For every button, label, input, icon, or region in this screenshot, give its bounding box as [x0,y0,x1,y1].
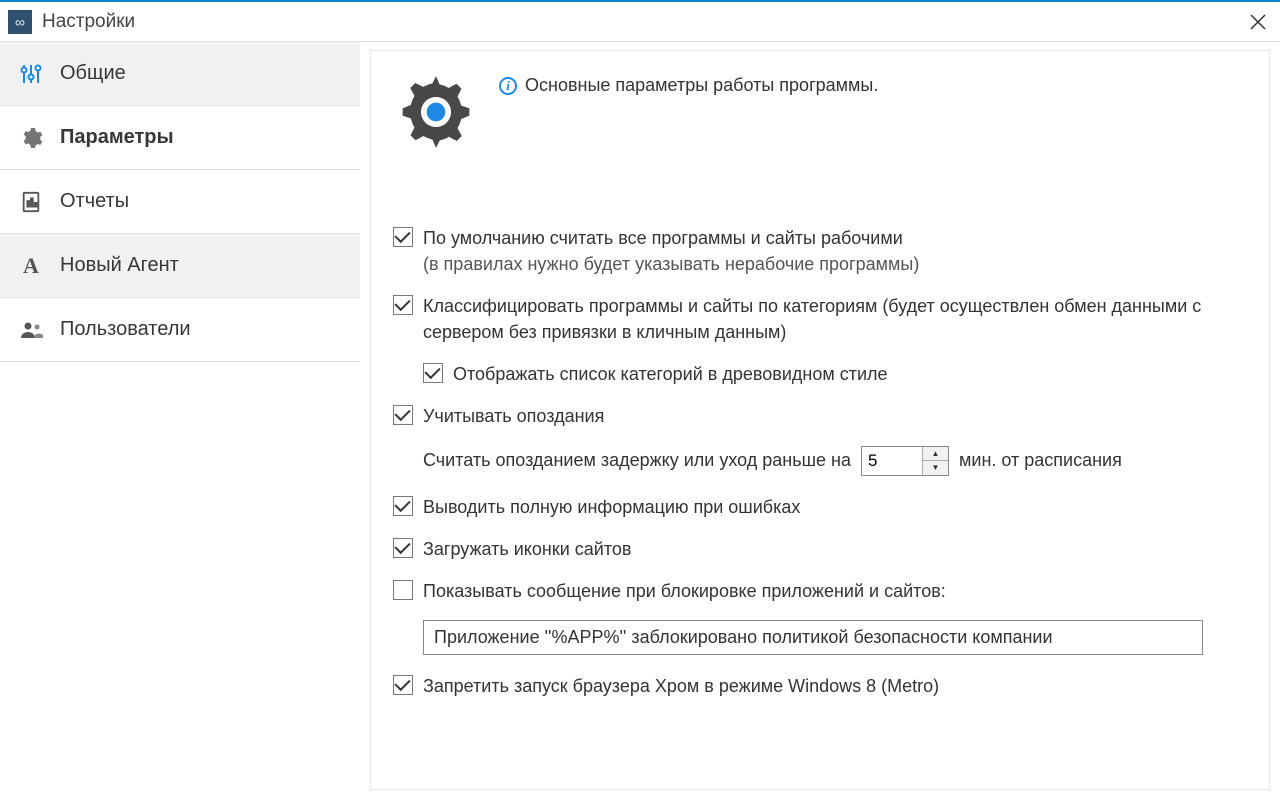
titlebar: ∞ Настройки [0,2,1280,42]
block-msg-text-input[interactable]: Приложение ''%APP%'' заблокировано полит… [423,620,1203,655]
option-label: Отображать список категорий в древовидно… [453,361,888,387]
option-label: Запретить запуск браузера Хром в режиме … [423,673,939,699]
option-label: Выводить полную информацию при ошибках [423,494,800,520]
spin-up-button[interactable]: ▲ [923,447,948,462]
option-block-msg: Показывать сообщение при блокировке прил… [393,578,1247,604]
option-classify: Классифицировать программы и сайты по ка… [393,293,1247,345]
checkbox-classify[interactable] [393,295,413,315]
window-title: Настройки [42,11,1244,33]
option-label: Учитывать опоздания [423,403,604,429]
checkbox-chrome-metro[interactable] [393,675,413,695]
option-lateness: Учитывать опоздания [393,403,1247,429]
sidebar: Общие Параметры Отчеты A Новый Агент Пол… [0,42,360,800]
option-site-icons: Загружать иконки сайтов [393,536,1247,562]
lateness-value-input[interactable] [862,447,922,475]
close-button[interactable] [1244,8,1272,36]
sidebar-item-label: Новый Агент [60,254,179,277]
option-sublabel: (в правилах нужно будет указывать нерабо… [423,254,919,274]
sidebar-item-reports[interactable]: Отчеты [0,170,360,234]
sidebar-item-label: Общие [60,62,126,85]
users-icon [18,317,44,343]
checkbox-lateness[interactable] [393,405,413,425]
big-gear-icon [393,69,479,155]
app-icon: ∞ [8,10,32,34]
sidebar-item-label: Пользователи [60,318,191,341]
sidebar-item-new-agent[interactable]: A Новый Агент [0,234,360,298]
option-chrome-metro: Запретить запуск браузера Хром в режиме … [393,673,1247,699]
gear-icon [18,125,44,151]
agent-icon: A [18,253,44,279]
checkbox-site-icons[interactable] [393,538,413,558]
checkbox-full-errors[interactable] [393,496,413,516]
main-panel: i Основные параметры работы программы. П… [370,50,1270,790]
sidebar-item-users[interactable]: Пользователи [0,298,360,362]
header-row: i Основные параметры работы программы. [393,69,1247,155]
option-label: Показывать сообщение при блокировке прил… [423,578,946,604]
lateness-spinbox[interactable]: ▲ ▼ [861,446,949,476]
lateness-config-row: Считать опозданием задержку или уход ран… [423,446,1247,476]
sliders-icon [18,61,44,87]
info-icon: i [499,77,517,95]
option-label: Загружать иконки сайтов [423,536,631,562]
checkbox-tree-style[interactable] [423,363,443,383]
lateness-prefix: Считать опозданием задержку или уход ран… [423,450,851,471]
option-label: Классифицировать программы и сайты по ка… [423,293,1247,345]
header-info-text: Основные параметры работы программы. [525,75,878,96]
option-tree-style: Отображать список категорий в древовидно… [423,361,1247,387]
option-label: По умолчанию считать все программы и сай… [423,228,903,248]
checkbox-block-msg[interactable] [393,580,413,600]
info-line: i Основные параметры работы программы. [499,75,878,96]
option-default-work: По умолчанию считать все программы и сай… [393,225,1247,277]
sidebar-item-parameters[interactable]: Параметры [0,106,360,170]
sidebar-item-label: Отчеты [60,190,129,213]
option-full-errors: Выводить полную информацию при ошибках [393,494,1247,520]
spin-down-button[interactable]: ▼ [923,461,948,475]
lateness-suffix: мин. от расписания [959,450,1122,471]
report-icon [18,189,44,215]
sidebar-item-label: Параметры [60,126,174,149]
sidebar-item-general[interactable]: Общие [0,42,360,106]
checkbox-default-work[interactable] [393,227,413,247]
close-icon [1250,14,1266,30]
